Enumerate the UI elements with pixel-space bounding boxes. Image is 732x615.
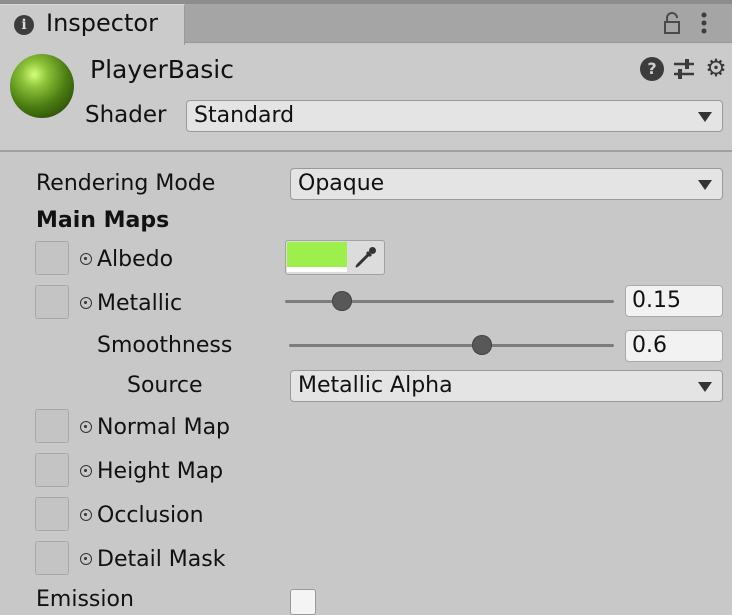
chevron-down-icon bbox=[698, 112, 712, 122]
source-dropdown[interactable]: Metallic Alpha bbox=[290, 370, 723, 402]
albedo-texture-slot[interactable] bbox=[35, 241, 69, 275]
metallic-texture-slot[interactable] bbox=[35, 285, 69, 319]
object-picker-icon[interactable] bbox=[80, 553, 92, 565]
smoothness-label: Smoothness bbox=[97, 333, 233, 358]
smoothness-slider-track[interactable] bbox=[289, 344, 614, 347]
detail-mask-label: Detail Mask bbox=[97, 547, 226, 572]
occlusion-slot[interactable] bbox=[35, 497, 69, 531]
occlusion-label: Occlusion bbox=[97, 503, 204, 528]
help-icon[interactable]: ? bbox=[640, 57, 664, 81]
shader-label: Shader bbox=[85, 102, 167, 128]
emission-label: Emission bbox=[36, 587, 134, 612]
rendering-mode-value: Opaque bbox=[298, 171, 385, 196]
shader-dropdown-value: Standard bbox=[194, 103, 295, 128]
object-picker-icon[interactable] bbox=[80, 465, 92, 477]
height-map-slot[interactable] bbox=[35, 453, 69, 487]
albedo-alpha-bar bbox=[287, 267, 347, 272]
chevron-down-icon bbox=[698, 180, 712, 190]
detail-mask-slot[interactable] bbox=[35, 541, 69, 575]
height-map-label: Height Map bbox=[97, 459, 224, 484]
smoothness-slider-thumb[interactable] bbox=[472, 335, 492, 355]
object-picker-icon[interactable] bbox=[80, 297, 92, 309]
chevron-down-icon bbox=[698, 382, 712, 392]
normal-map-label: Normal Map bbox=[97, 415, 231, 440]
main-maps-heading: Main Maps bbox=[36, 208, 170, 233]
metallic-slider-thumb[interactable] bbox=[332, 291, 352, 311]
gear-icon[interactable]: ⚙ bbox=[704, 55, 728, 81]
rendering-mode-label: Rendering Mode bbox=[36, 171, 216, 196]
more-options-icon[interactable] bbox=[696, 11, 712, 35]
shader-dropdown[interactable]: Standard bbox=[186, 100, 723, 132]
material-title: PlayerBasic bbox=[90, 55, 234, 84]
metallic-value: 0.15 bbox=[632, 288, 681, 313]
object-picker-icon[interactable] bbox=[80, 253, 92, 265]
metallic-label: Metallic bbox=[97, 291, 183, 316]
eyedropper-icon[interactable] bbox=[352, 243, 380, 271]
albedo-label: Albedo bbox=[97, 247, 174, 272]
source-label: Source bbox=[127, 373, 203, 398]
source-value: Metallic Alpha bbox=[298, 373, 453, 398]
smoothness-value-field[interactable]: 0.6 bbox=[625, 330, 723, 362]
material-preview bbox=[10, 54, 74, 118]
object-picker-icon[interactable] bbox=[80, 421, 92, 433]
metallic-value-field[interactable]: 0.15 bbox=[625, 285, 723, 317]
lock-icon[interactable] bbox=[662, 12, 682, 34]
presets-icon[interactable] bbox=[672, 57, 696, 81]
normal-map-slot[interactable] bbox=[35, 409, 69, 443]
smoothness-value: 0.6 bbox=[632, 333, 667, 358]
info-icon: i bbox=[14, 15, 34, 35]
object-picker-icon[interactable] bbox=[80, 509, 92, 521]
tab-title: Inspector bbox=[46, 9, 158, 37]
emission-checkbox[interactable] bbox=[290, 589, 316, 615]
albedo-color-swatch[interactable] bbox=[287, 242, 347, 267]
rendering-mode-dropdown[interactable]: Opaque bbox=[290, 168, 723, 200]
